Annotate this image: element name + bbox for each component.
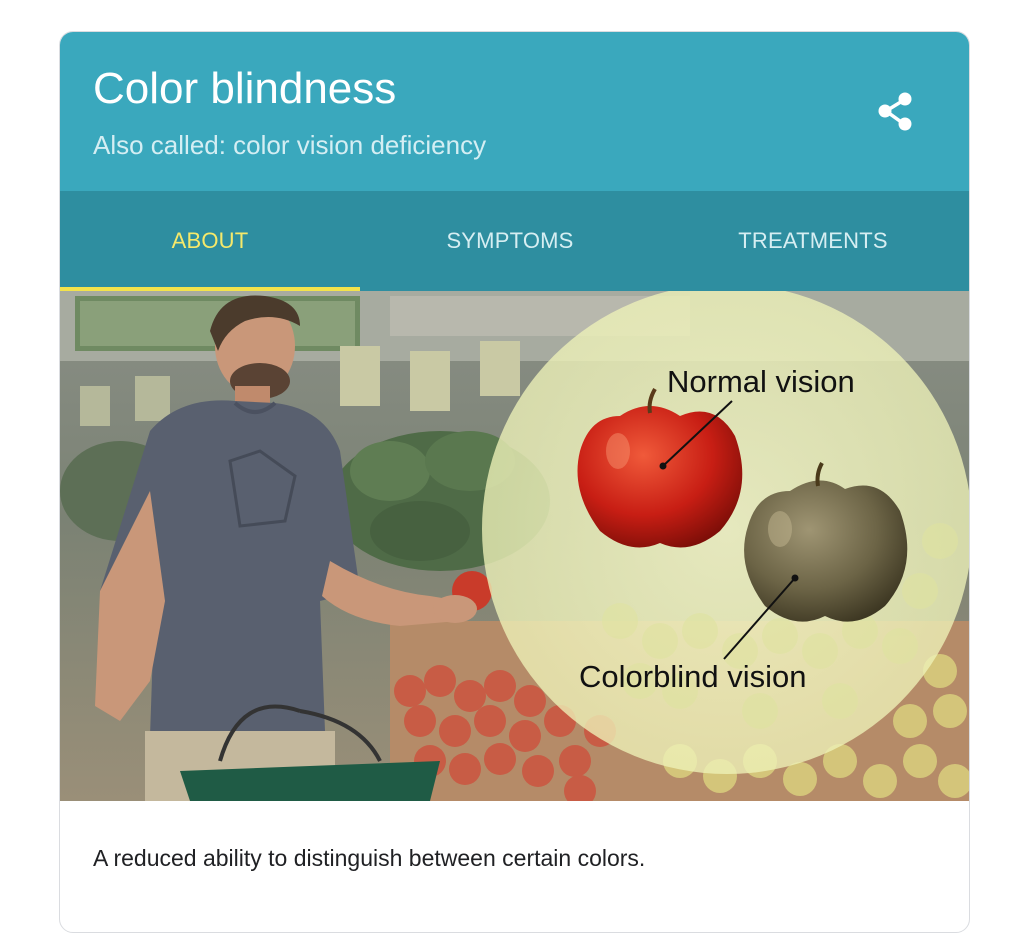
tab-treatments[interactable]: TREATMENTS [663, 191, 963, 291]
tab-label: SYMPTOMS [446, 228, 574, 253]
card-title: Color blindness [93, 64, 397, 113]
card-header: Color blindness Also called: color visio… [60, 32, 969, 191]
hero-image[interactable]: Normal vision Colorblind vision [60, 291, 969, 801]
tab-about[interactable]: ABOUT [60, 191, 360, 291]
tab-symptoms[interactable]: SYMPTOMS [360, 191, 660, 291]
normal-vision-label: Normal vision [667, 364, 855, 399]
condition-description: A reduced ability to distinguish between… [93, 845, 646, 871]
knowledge-card: Color blindness Also called: color visio… [59, 31, 970, 933]
share-icon[interactable] [874, 90, 918, 134]
tab-label: ABOUT [171, 228, 249, 253]
card-subtitle: Also called: color vision deficiency [93, 130, 487, 160]
colorblind-vision-label: Colorblind vision [579, 659, 806, 694]
tab-bar: ABOUT SYMPTOMS TREATMENTS [60, 191, 969, 291]
tab-label: TREATMENTS [738, 228, 888, 253]
